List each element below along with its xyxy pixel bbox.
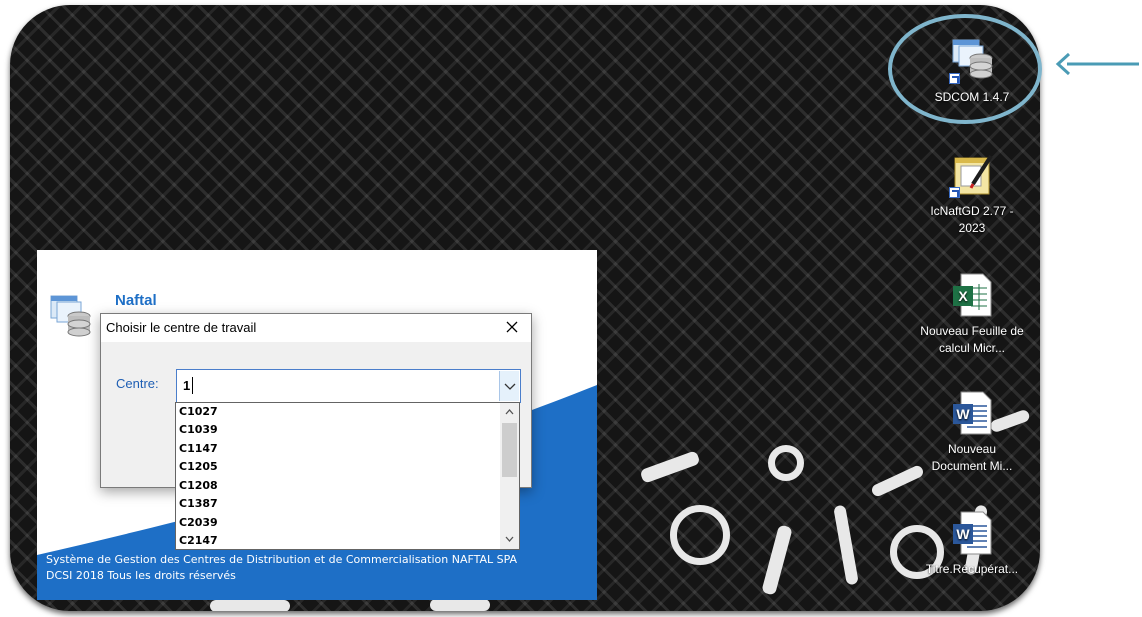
wallpaper-ring (670, 505, 730, 565)
excel-icon: X (947, 270, 997, 320)
centre-input-value[interactable]: 1 (183, 378, 190, 393)
desktop-icon-label: Nouveau Document Mi... (931, 442, 1013, 473)
desktop-icon-word-titre[interactable]: W Titre.Récupérat... (920, 508, 1024, 578)
shortcut-arrow-icon (949, 187, 960, 198)
wallpaper-stroke (430, 599, 490, 611)
wallpaper-ring (768, 445, 804, 481)
dropdown-option[interactable]: C1027 (179, 405, 218, 418)
dialog-titlebar[interactable]: Choisir le centre de travail (101, 314, 531, 342)
dropdown-option[interactable]: C2147 (179, 534, 218, 547)
centre-label: Centre: (116, 376, 159, 391)
wallpaper-stroke (870, 463, 925, 499)
dropdown-option[interactable]: C1205 (179, 460, 218, 473)
wallpaper-stroke (210, 600, 290, 611)
dropdown-scrollbar[interactable] (500, 403, 519, 549)
wallpaper-stroke (639, 450, 701, 484)
splash-footer: Système de Gestion des Centres de Distri… (46, 552, 517, 584)
svg-text:X: X (958, 288, 968, 304)
svg-text:W: W (956, 526, 970, 542)
dropdown-option[interactable]: C2039 (179, 516, 218, 529)
notepad-pen-icon (947, 150, 997, 200)
annotation-arrow-icon (1055, 52, 1139, 76)
combobox-dropdown-button[interactable] (499, 371, 519, 401)
footer-line: Système de Gestion des Centres de Distri… (46, 553, 518, 566)
word-icon: W (947, 508, 997, 558)
dialog-title: Choisir le centre de travail (106, 320, 257, 335)
scroll-down-icon[interactable] (504, 533, 515, 545)
desktop-icon-excel[interactable]: X Nouveau Feuille de calcul Micr... (920, 270, 1024, 357)
centre-combobox[interactable]: 1 (176, 369, 521, 403)
wallpaper-stroke (761, 524, 793, 596)
scrollbar-thumb[interactable] (502, 423, 517, 477)
scroll-up-icon[interactable] (504, 406, 515, 418)
desktop-icon-word-new[interactable]: W Nouveau Document Mi... (920, 388, 1024, 475)
word-icon: W (947, 388, 997, 438)
desktop-icon-label: IcNaftGD 2.77 - 2023 (930, 204, 1014, 235)
dropdown-option[interactable]: C1208 (179, 479, 218, 492)
dropdown-option[interactable]: C1147 (179, 442, 218, 455)
desktop-icon-label: Titre.Récupérat... (925, 562, 1019, 576)
text-caret (192, 377, 193, 394)
footer-line: DCSI 2018 Tous les droits réservés (46, 569, 236, 582)
svg-text:W: W (956, 406, 970, 422)
centre-dropdown-list[interactable]: C1027 C1039 C1147 C1205 C1208 C1387 C203… (175, 402, 520, 550)
splash-title: Naftal (115, 292, 157, 309)
dropdown-option[interactable]: C1039 (179, 423, 218, 436)
desktop-icon-icnaftgd[interactable]: IcNaftGD 2.77 - 2023 (920, 150, 1024, 237)
wallpaper-stroke (833, 504, 859, 586)
app-logo-icon (50, 295, 91, 337)
close-icon[interactable] (499, 316, 525, 340)
annotation-highlight-ring (888, 14, 1042, 124)
desktop-icon-label: Nouveau Feuille de calcul Micr... (920, 324, 1024, 355)
chevron-down-icon (504, 383, 516, 390)
dropdown-option[interactable]: C1387 (179, 497, 218, 510)
